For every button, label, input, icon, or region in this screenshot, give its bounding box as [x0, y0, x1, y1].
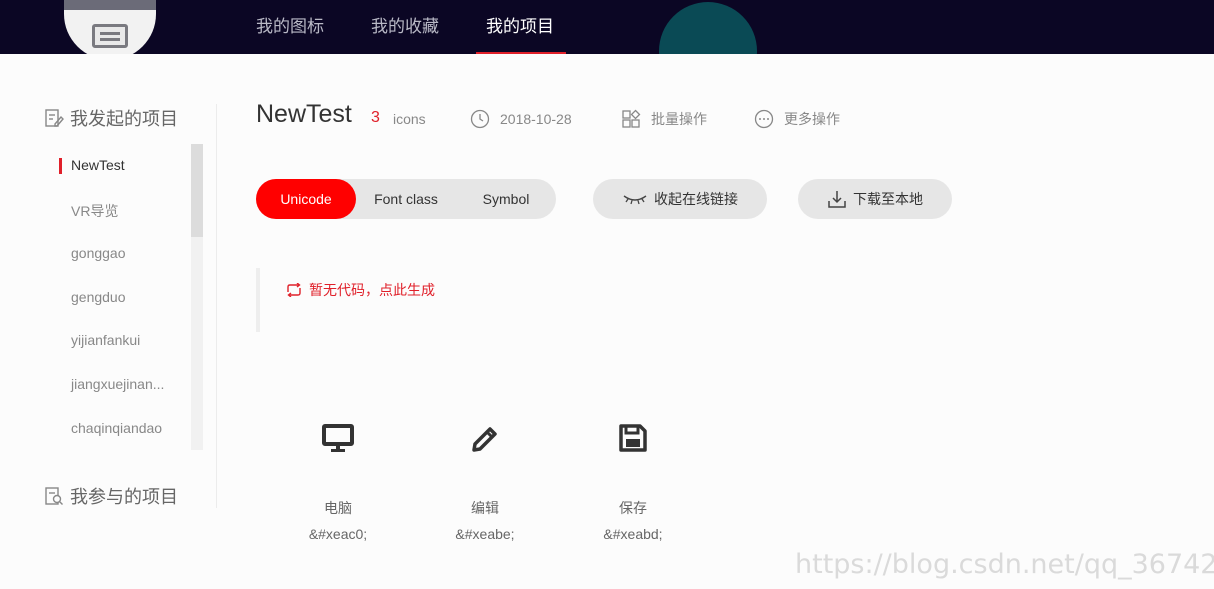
batch-operation-label: 批量操作 — [651, 111, 707, 127]
glyph-code: &#xeac0; — [308, 526, 368, 542]
more-operations-button[interactable]: 更多操作 — [754, 109, 840, 129]
project-icon-count: 3 — [371, 109, 380, 126]
project-date-label: 2018-10-28 — [500, 111, 572, 127]
clock-icon — [470, 109, 490, 129]
monitor-icon — [322, 424, 354, 452]
batch-operation-button[interactable]: 批量操作 — [621, 109, 707, 129]
nav-my-favorites[interactable]: 我的收藏 — [371, 12, 439, 37]
project-title: NewTest — [256, 100, 352, 128]
nav-active-underline — [476, 52, 566, 54]
sidebar-group-participated-label: 我参与的项目 — [70, 487, 178, 507]
nav-my-icons[interactable]: 我的图标 — [256, 12, 324, 37]
sidebar-item-gengduo[interactable]: gengduo — [71, 289, 126, 305]
code-display-area — [256, 268, 1214, 332]
sidebar-item-gonggao[interactable]: gonggao — [71, 245, 126, 261]
active-project-marker — [59, 158, 62, 174]
collapse-online-link-label: 收起在线链接 — [654, 191, 738, 207]
batch-grid-icon — [622, 109, 641, 128]
project-date: 2018-10-28 — [470, 109, 572, 129]
sidebar-group-initiated[interactable]: 我发起的项目 — [44, 105, 178, 131]
glyph-card-pencil[interactable]: 编辑 &#xeabe; — [425, 420, 545, 542]
glyph-card-save[interactable]: 保存 &#xeabd; — [573, 420, 693, 542]
glyph-name: 电脑 — [324, 500, 352, 516]
sidebar-item-jiangxuejinan[interactable]: jiangxuejinan... — [71, 376, 164, 392]
mascot-belt — [64, 0, 156, 10]
glyph-name: 保存 — [619, 500, 647, 516]
mascot-screen-icon — [92, 24, 128, 48]
generate-code-label: 暂无代码，点此生成 — [309, 282, 435, 298]
watermark: https://blog.csdn.net/qq_36742720 — [795, 549, 1214, 580]
pencil-icon — [472, 427, 497, 452]
glyph-code: &#xeabd; — [603, 526, 663, 542]
planet-decoration — [659, 2, 757, 54]
sidebar-divider — [216, 104, 217, 508]
sidebar-item-chaqinqiandao[interactable]: chaqinqiandao — [71, 420, 162, 436]
project-icon-unit: icons — [393, 111, 426, 127]
code-area-border — [256, 268, 260, 332]
sidebar-scrollbar-thumb[interactable] — [191, 144, 203, 237]
sidebar-item-vr-guide[interactable]: VR导览 — [71, 201, 118, 221]
tab-symbol[interactable]: Symbol — [456, 179, 556, 219]
glyph-code: &#xeabe; — [455, 526, 515, 542]
refresh-icon — [287, 283, 301, 297]
more-operations-label: 更多操作 — [784, 111, 840, 127]
tab-unicode[interactable]: Unicode — [256, 179, 356, 219]
collapse-online-link-button[interactable]: 收起在线链接 — [593, 179, 767, 219]
sidebar-group-initiated-label: 我发起的项目 — [70, 109, 178, 129]
sidebar-item-newtest[interactable]: NewTest — [71, 157, 125, 173]
sidebar-item-yijianfankui[interactable]: yijianfankui — [71, 332, 140, 348]
edit-document-icon — [45, 109, 64, 127]
save-icon — [619, 424, 647, 452]
eye-closed-icon — [623, 195, 647, 205]
more-dots-icon — [754, 109, 774, 129]
generate-code-link[interactable]: 暂无代码，点此生成 — [285, 280, 435, 300]
glyph-card-monitor[interactable]: 电脑 &#xeac0; — [278, 420, 398, 542]
tab-font-class[interactable]: Font class — [356, 179, 456, 219]
download-icon — [828, 191, 846, 208]
sidebar-group-participated[interactable]: 我参与的项目 — [44, 483, 178, 509]
glyph-name: 编辑 — [471, 500, 499, 516]
nav-my-projects[interactable]: 我的项目 — [486, 12, 554, 37]
top-nav-bar: 我的图标 我的收藏 我的项目 — [0, 0, 1214, 54]
download-local-label: 下载至本地 — [853, 191, 923, 207]
download-local-button[interactable]: 下载至本地 — [798, 179, 952, 219]
search-document-icon — [45, 487, 63, 505]
